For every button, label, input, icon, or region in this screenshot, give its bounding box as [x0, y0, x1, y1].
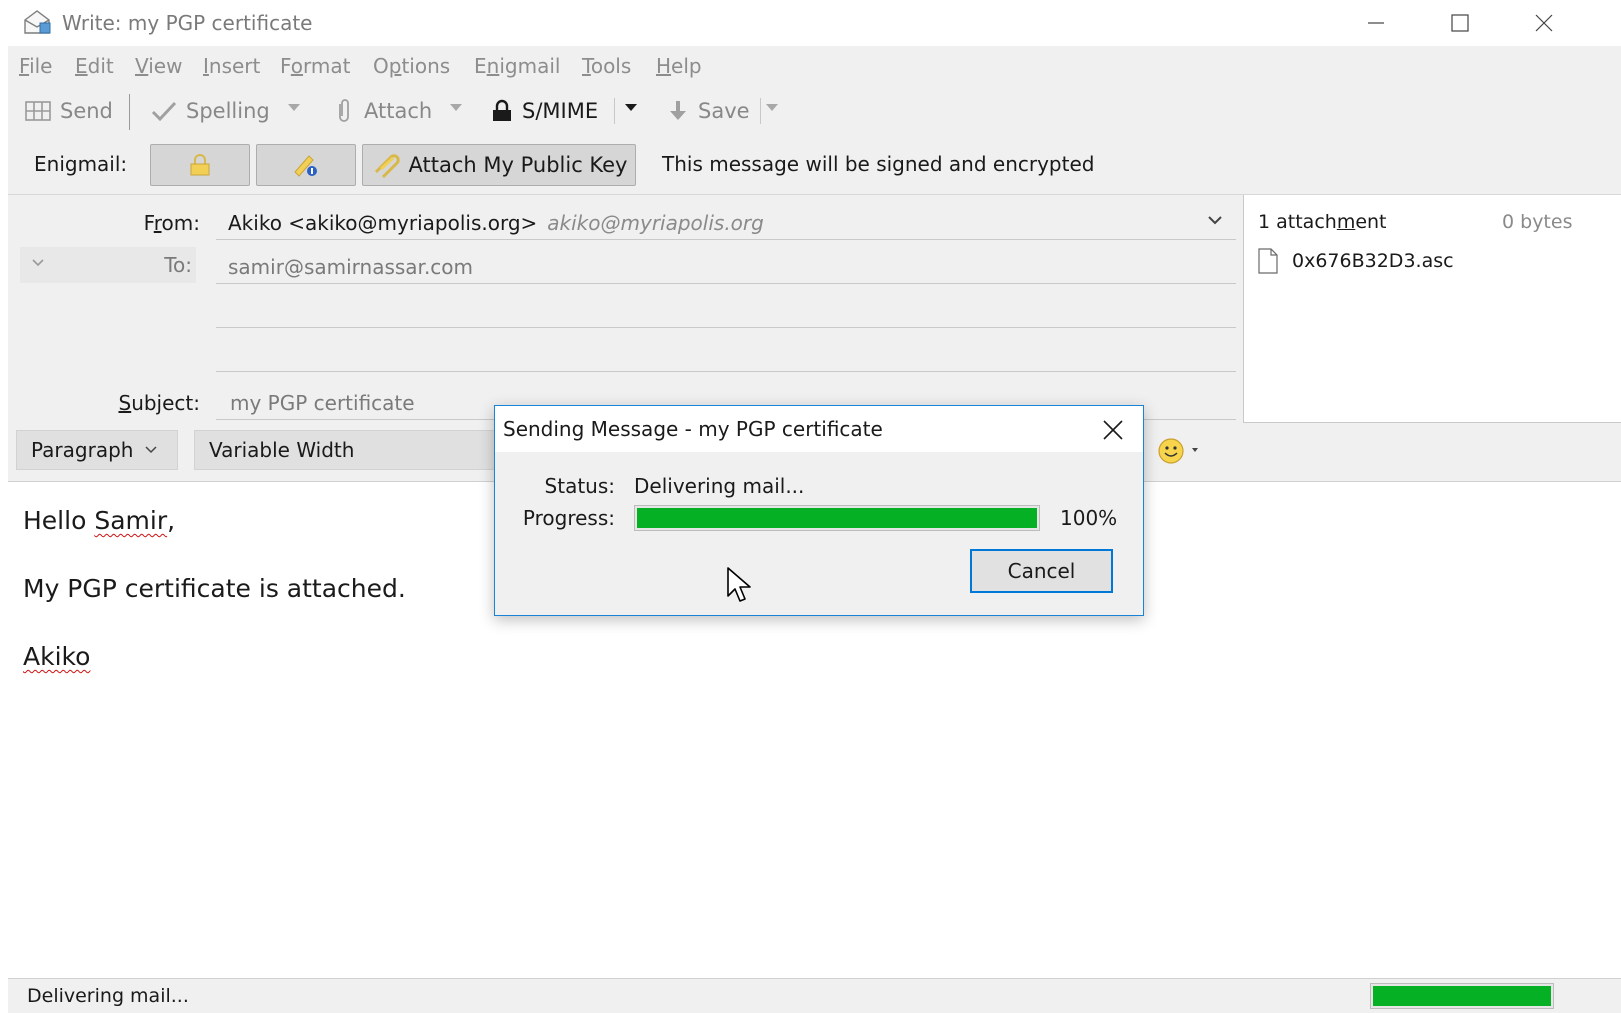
status-progress-bar	[1370, 983, 1554, 1009]
status-text: Delivering mail...	[27, 985, 189, 1007]
body-signature: Akiko	[23, 642, 90, 671]
menu-insert[interactable]: Insert	[203, 54, 260, 78]
dialog-title-bar: Sending Message - my PGP certificate	[495, 406, 1143, 452]
font-family-value: Variable Width	[209, 438, 355, 462]
font-family-select[interactable]: Variable Width	[194, 430, 514, 470]
minimize-icon[interactable]	[1356, 8, 1396, 38]
lock-icon	[493, 99, 511, 121]
body-line-2: My PGP certificate is attached.	[23, 574, 406, 603]
save-split-separator	[760, 98, 761, 124]
menu-options[interactable]: Options	[373, 54, 450, 78]
paragraph-format-select[interactable]: Paragraph	[16, 430, 178, 470]
recipient-type-selector[interactable]: To:	[20, 247, 196, 283]
attach-public-key-label: Attach My Public Key	[408, 153, 628, 177]
spelling-dropdown-icon[interactable]	[288, 104, 300, 111]
encrypt-toggle-button[interactable]	[150, 144, 250, 186]
toolbar-separator	[129, 94, 130, 130]
enigmail-label: Enigmail:	[34, 152, 128, 176]
sign-toggle-button[interactable]	[256, 144, 356, 186]
chevron-down-icon	[32, 259, 44, 267]
spelling-label: Spelling	[186, 99, 270, 123]
download-arrow-icon	[670, 101, 686, 120]
to-field[interactable]: samir@samirnassar.com	[228, 255, 473, 279]
status-progress-fill	[1373, 986, 1551, 1006]
menu-tools[interactable]: Tools	[582, 54, 631, 78]
sign-pen-icon	[294, 155, 317, 177]
chevron-down-icon	[145, 446, 157, 454]
smiley-dropdown-icon[interactable]	[1190, 446, 1200, 454]
spelling-button[interactable]: Spelling	[150, 96, 270, 126]
recipient-row-2-underline	[216, 327, 1236, 328]
attach-button[interactable]: Attach	[332, 96, 432, 126]
mouse-cursor-icon	[727, 567, 751, 602]
dialog-status-label: Status:	[544, 474, 615, 498]
attachment-size: 0 bytes	[1502, 211, 1573, 233]
dialog-title: Sending Message - my PGP certificate	[503, 417, 883, 441]
enigmail-bar: Enigmail: Attach My Public Key This mess…	[8, 136, 1621, 194]
close-icon[interactable]	[1099, 416, 1127, 444]
status-bar: Delivering mail...	[8, 978, 1621, 1013]
encrypt-lock-icon	[190, 154, 210, 176]
from-underline	[216, 239, 1236, 240]
send-icon	[25, 101, 51, 121]
smime-split-separator	[614, 98, 615, 124]
send-label: Send	[60, 99, 113, 123]
misspelled-word: Akiko	[23, 642, 91, 671]
from-address-hint: akiko@myriapolis.org	[547, 211, 764, 235]
smime-dropdown-icon[interactable]	[625, 104, 637, 111]
compose-app-icon	[24, 10, 51, 34]
misspelled-word: Samir	[94, 506, 168, 535]
sending-message-dialog: Sending Message - my PGP certificate Sta…	[494, 405, 1144, 616]
attachment-pane: 1 attachment 0 bytes 0x676B32D3.asc	[1243, 195, 1621, 423]
menu-edit[interactable]: Edit	[75, 54, 114, 78]
main-toolbar: Send Spelling Attach S/MIME Save	[8, 86, 1621, 136]
subject-field[interactable]: my PGP certificate	[230, 391, 415, 415]
from-label: From:	[143, 211, 200, 235]
smiley-icon[interactable]	[1156, 436, 1186, 466]
send-button[interactable]: Send	[24, 96, 113, 126]
menu-bar: File Edit View Insert Format Options Eni…	[8, 46, 1621, 86]
key-attach-icon	[374, 154, 400, 178]
dialog-progress-fill	[637, 508, 1037, 528]
attach-dropdown-icon[interactable]	[450, 104, 462, 111]
checkmark-icon	[151, 101, 177, 122]
attach-public-key-button[interactable]: Attach My Public Key	[362, 144, 636, 186]
attachment-item[interactable]: 0x676B32D3.asc	[1256, 247, 1454, 275]
to-label: To:	[164, 253, 192, 277]
cancel-button[interactable]: Cancel	[970, 549, 1113, 593]
attach-label: Attach	[364, 99, 433, 123]
message-header: From: Akiko <akiko@myriapolis.org> akiko@…	[8, 194, 1621, 430]
smime-button[interactable]: S/MIME	[490, 96, 598, 126]
to-underline	[216, 283, 1236, 284]
paragraph-format-value: Paragraph	[31, 438, 134, 462]
body-greeting: Hello Samir,	[23, 506, 176, 535]
save-button[interactable]: Save	[666, 96, 750, 126]
paperclip-icon	[339, 99, 349, 122]
file-icon	[1258, 248, 1278, 274]
menu-format[interactable]: Format	[280, 54, 351, 78]
from-identity: Akiko <akiko@myriapolis.org>	[228, 211, 538, 235]
menu-help[interactable]: Help	[656, 54, 702, 78]
close-window-icon[interactable]	[1524, 8, 1564, 38]
menu-file[interactable]: File	[19, 54, 52, 78]
enigmail-status: This message will be signed and encrypte…	[662, 152, 1095, 176]
attachment-count: 1 attachment	[1258, 211, 1387, 233]
from-field[interactable]: Akiko <akiko@myriapolis.org> akiko@myriap…	[228, 211, 764, 235]
menu-view[interactable]: View	[135, 54, 182, 78]
title-bar: Write: my PGP certificate	[8, 0, 1621, 46]
attachment-name: 0x676B32D3.asc	[1292, 250, 1454, 272]
maximize-icon[interactable]	[1440, 8, 1480, 38]
dialog-progress-label: Progress:	[522, 506, 615, 530]
subject-label: Subject:	[118, 391, 200, 415]
save-label: Save	[698, 99, 750, 123]
from-dropdown-icon[interactable]	[1206, 213, 1224, 227]
dialog-progress-percent: 100%	[1060, 506, 1118, 530]
dialog-progress-bar	[634, 505, 1040, 531]
save-dropdown-icon[interactable]	[766, 104, 778, 111]
smime-label: S/MIME	[522, 99, 599, 123]
recipient-row-3-underline	[216, 371, 1236, 372]
dialog-status-value: Delivering mail...	[634, 474, 805, 498]
window-title: Write: my PGP certificate	[62, 11, 313, 35]
menu-enigmail[interactable]: Enigmail	[474, 54, 560, 78]
